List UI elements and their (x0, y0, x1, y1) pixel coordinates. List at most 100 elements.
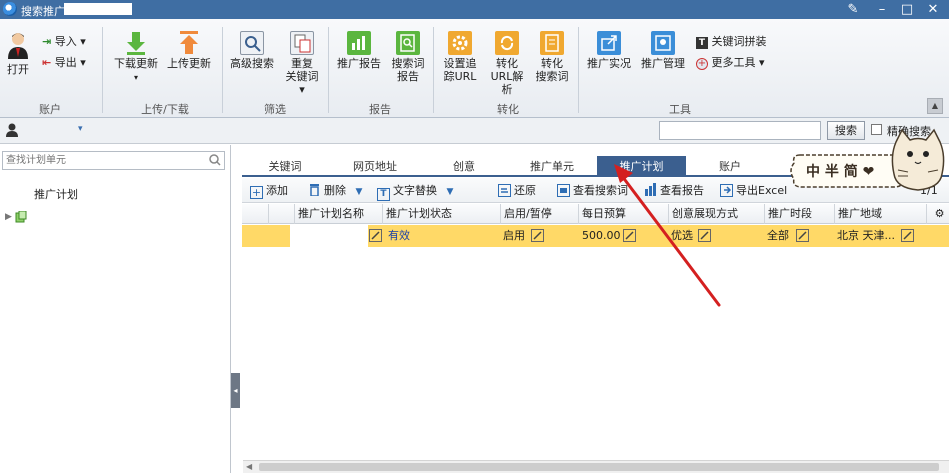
refresh-icon (495, 31, 519, 55)
sidebar-collapse-handle[interactable]: ◂ (231, 373, 240, 408)
scrollbar-thumb[interactable] (259, 463, 939, 471)
header-region[interactable]: 推广地域 (834, 204, 926, 224)
tracking-url-button[interactable]: 设置追 踪URL (440, 31, 480, 83)
tab-creative[interactable]: 创意 (420, 156, 508, 177)
cell-region: 北京 天津... (837, 229, 895, 242)
download-arrow-icon (124, 31, 148, 55)
view-report-button[interactable]: 查看报告 (644, 183, 704, 198)
ribbon-separator (328, 27, 329, 113)
view-report-label: 查看报告 (660, 184, 704, 197)
keyword-combine-button[interactable]: T 关键词拼装 (696, 33, 767, 49)
cell-status: 有效 (388, 229, 410, 242)
edit-pencil-icon[interactable] (531, 229, 544, 242)
search-icon[interactable] (209, 154, 221, 166)
upload-update-button[interactable]: 上传更新 (166, 31, 212, 70)
delete-button[interactable]: 删除 ▼ (308, 183, 362, 198)
precise-search-checkbox[interactable] (871, 124, 882, 135)
promo-report-button[interactable]: 推广报告 (336, 31, 382, 70)
cartoon-cat-image (888, 128, 948, 192)
close-button[interactable]: ✕ (920, 0, 946, 19)
download-dropdown-icon: ▾ (133, 73, 138, 82)
add-icon: + (250, 186, 263, 199)
advanced-search-button[interactable]: 高级搜索 (229, 31, 275, 70)
header-campaign-name[interactable]: 推广计划名称 (294, 204, 382, 224)
maximize-button[interactable]: □ (894, 0, 920, 19)
edit-pencil-icon[interactable] (623, 229, 636, 242)
header-schedule[interactable]: 推广时段 (764, 204, 834, 224)
view-search-icon (557, 184, 570, 197)
share-arrow-icon (597, 31, 621, 55)
sidebar-search[interactable] (2, 151, 225, 170)
edit-pencil-icon[interactable] (901, 229, 914, 242)
table-row[interactable]: 有效 启用 500.00 优选 全部 北京 天津... (242, 225, 949, 247)
dup-keyword-label-1: 重复 (291, 57, 313, 70)
cell-campaign-name[interactable] (290, 225, 368, 247)
live-label: 推广实况 (587, 57, 631, 70)
text-replace-button[interactable]: T 文字替换 ▼ (377, 183, 454, 201)
view-search-terms-button[interactable]: 查看搜索词 (557, 183, 628, 198)
main-panel: 关键词 网页地址 创意 推广单元 推广计划 账户 + 添加 删除 ▼ T 文字替换 … (242, 145, 949, 473)
live-preview-button[interactable]: 推广实况 (586, 31, 632, 70)
gear-icon (448, 31, 472, 55)
open-label: 打开 (7, 63, 29, 76)
conversion-search-term-button[interactable]: 转化 搜索词 (532, 31, 572, 83)
more-tools-label: 更多工具 (711, 56, 756, 69)
tab-urls[interactable]: 网页地址 (330, 156, 420, 177)
import-label: 导入 (54, 35, 77, 48)
add-button[interactable]: + 添加 (250, 183, 288, 199)
edit-pencil-icon[interactable] (369, 229, 382, 242)
import-button[interactable]: ⇥ 导入 ▾ (42, 33, 86, 49)
header-display-mode[interactable]: 创意展现方式 (668, 204, 764, 224)
tab-account[interactable]: 账户 (686, 156, 774, 177)
advanced-search-label: 高级搜索 (230, 57, 274, 70)
download-update-button[interactable]: 下载更新 ▾ (113, 31, 159, 84)
top-search-button[interactable]: 搜索 (827, 121, 865, 140)
tab-ad-unit[interactable]: 推广单元 (508, 156, 596, 177)
upload-arrow-icon (177, 31, 201, 55)
scroll-left-icon[interactable]: ◀ (246, 462, 252, 471)
dup-keyword-label-2: 关键词 (285, 70, 319, 83)
keyword-combine-label: 关键词拼装 (711, 35, 767, 48)
ribbon-separator (578, 27, 579, 113)
header-enabled[interactable]: 启用/暂停 (500, 204, 578, 224)
more-tools-button[interactable]: + 更多工具 ▾ (696, 54, 765, 70)
header-daily-budget[interactable]: 每日预算 (578, 204, 668, 224)
horizontal-scrollbar[interactable]: ◀ (243, 460, 949, 473)
search-term-report-button[interactable]: 搜索词 报告 (389, 31, 427, 83)
open-button[interactable]: 打开 (4, 31, 32, 76)
sidebar-search-input[interactable] (3, 152, 198, 169)
account-dropdown-icon[interactable]: ▾ (78, 124, 83, 134)
header-campaign-status[interactable]: 推广计划状态 (382, 204, 500, 224)
column-settings-icon[interactable]: ⚙ (926, 204, 949, 224)
tab-campaign[interactable]: 推广计划 (597, 156, 686, 177)
export-button[interactable]: ⇤ 导出 ▾ (42, 54, 86, 70)
export-excel-button[interactable]: 导出Excel (720, 183, 787, 198)
minimize-button[interactable]: – (869, 0, 895, 19)
restore-label: 还原 (514, 184, 536, 197)
search-report-label-1: 搜索词 (391, 57, 425, 70)
conv-url-label-1: 转化 (496, 57, 518, 70)
delete-dropdown-icon[interactable]: ▼ (356, 187, 363, 197)
ribbon-collapse-button[interactable]: ▲ (927, 98, 943, 114)
conversion-url-parse-button[interactable]: 转化 URL解析 (486, 31, 528, 96)
edit-pencil-icon[interactable] (796, 229, 809, 242)
trash-icon (308, 183, 321, 197)
top-search-input[interactable] (659, 121, 821, 140)
conv-url-label-2: URL解析 (490, 70, 524, 96)
group-label-transfer: 上传/下载 (141, 103, 189, 116)
replace-dropdown-icon[interactable]: ▼ (447, 187, 454, 197)
t-letter-icon: T (696, 37, 708, 49)
edit-skin-icon[interactable]: ✎ (840, 0, 866, 19)
text-replace-icon: T (377, 188, 390, 201)
cell-budget: 500.00 (582, 229, 621, 242)
promo-manage-button[interactable]: 推广管理 (640, 31, 686, 70)
account-avatar-icon[interactable] (4, 122, 20, 138)
restore-button[interactable]: 还原 (498, 183, 536, 198)
account-tree-icon[interactable] (15, 210, 27, 223)
edit-pencil-icon[interactable] (698, 229, 711, 242)
tab-keywords[interactable]: 关键词 (242, 156, 328, 177)
tree-expand-icon[interactable]: ▶ (5, 212, 12, 222)
cell-schedule: 全部 (767, 229, 789, 242)
duplicate-keyword-button[interactable]: 重复 关键词 ▾ (283, 31, 321, 96)
report-chart-icon (644, 183, 657, 196)
